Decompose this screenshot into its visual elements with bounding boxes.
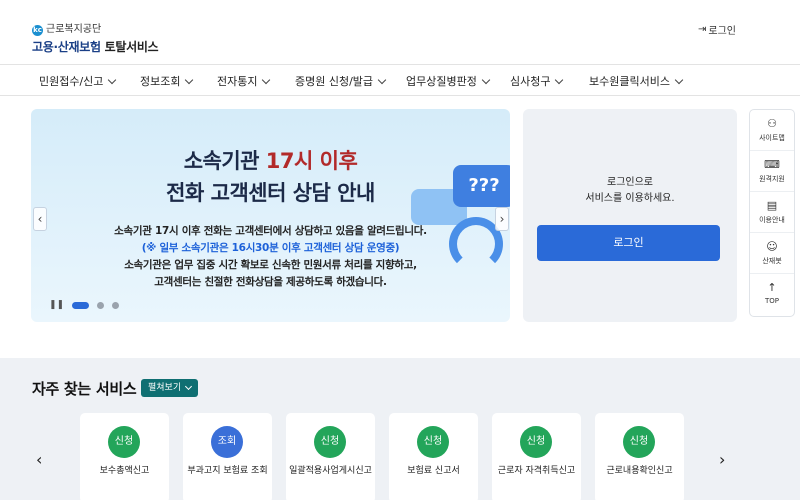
service-badge: 신청 — [623, 426, 655, 458]
banner-prev-button[interactable]: ‹ — [33, 207, 47, 231]
service-card[interactable]: 신청 근로내용확인신고 — [595, 413, 684, 500]
quick-item-label: TOP — [764, 297, 779, 305]
guide-icon: ▤ — [766, 199, 778, 212]
header-login-link[interactable]: ⇥ 로그인 — [698, 22, 736, 37]
nav-item-label: 민원접수/신고 — [39, 75, 104, 88]
service-label: 보수총액신고 — [99, 466, 150, 476]
banner-title-line1: 소속기관 17시 이후 — [183, 149, 358, 173]
site-header: kc 근로복지공단 고용·산재보험 토탈서비스 ⇥ 로그인 — [0, 0, 800, 64]
quick-item-chatbot[interactable]: ☺ 산재봇 — [750, 233, 794, 274]
frequent-services-section: 자주 찾는 서비스 펼쳐보기 ‹ › 신청 보수총액신고 조회 부과고지 보험료… — [0, 358, 800, 500]
main-nav: 민원접수/신고 정보조회 전자통지 증명원 신청/발급 업무상질병판정 심사청구… — [0, 64, 800, 96]
kcomwel-logo-icon: kc — [32, 24, 43, 36]
nav-item-disease[interactable]: 업무상질병판정 — [406, 73, 491, 89]
chevron-down-icon — [262, 75, 271, 84]
nav-item-label: 업무상질병판정 — [406, 75, 477, 88]
site-logo[interactable]: kc 근로복지공단 고용·산재보험 토탈서비스 — [32, 24, 159, 55]
chevron-down-icon — [185, 382, 193, 391]
banner-next-button[interactable]: › — [495, 207, 509, 231]
service-badge: 신청 — [108, 426, 140, 458]
nav-item-info[interactable]: 정보조회 — [140, 73, 194, 89]
service-label: 근로내용확인신고 — [606, 466, 673, 476]
service-card[interactable]: 신청 근로자 자격취득신고 — [492, 413, 581, 500]
services-next-button[interactable]: › — [719, 450, 725, 469]
chevron-down-icon — [481, 75, 491, 84]
expand-toggle-label: 펼쳐보기 — [148, 383, 182, 393]
expand-toggle-button[interactable]: 펼쳐보기 — [141, 379, 199, 397]
service-badge: 신청 — [314, 426, 346, 458]
service-badge: 신청 — [520, 426, 552, 458]
chevron-down-icon — [185, 75, 194, 84]
service-label: 보험료 신고서 — [407, 466, 460, 476]
chevron-down-icon — [674, 75, 684, 84]
arrow-up-icon: ↑ — [767, 281, 777, 294]
login-icon: ⇥ — [698, 24, 707, 35]
quick-menu: ⚇ 사이트맵 ⌨ 원격지원 ▤ 이용안내 ☺ 산재봇 ↑ TOP — [749, 109, 795, 317]
service-badge: 신청 — [417, 426, 449, 458]
quick-item-label: 사이트맵 — [759, 134, 785, 142]
sitemap-icon: ⚇ — [767, 117, 777, 130]
banner-title-highlight: 17시 이후 — [265, 149, 358, 173]
section-title: 자주 찾는 서비스 — [32, 380, 137, 398]
slide-dot-2[interactable] — [97, 301, 105, 309]
logo-sub-text: 토탈서비스 — [104, 40, 159, 54]
nav-item-certificate[interactable]: 증명원 신청/발급 — [295, 73, 387, 89]
slide-dot-1[interactable] — [72, 301, 90, 309]
nav-item-complaint[interactable]: 민원접수/신고 — [39, 73, 117, 89]
nav-item-notice[interactable]: 전자통지 — [217, 73, 271, 89]
nav-item-label: 증명원 신청/발급 — [295, 75, 374, 88]
nav-item-label: 보수원클릭서비스 — [589, 75, 670, 88]
chevron-down-icon — [377, 75, 387, 84]
logo-main-text: 고용·산재보험 — [32, 40, 101, 54]
service-card[interactable]: 신청 보험료 신고서 — [389, 413, 478, 500]
banner-controls: ❚❚ — [49, 300, 127, 310]
nav-item-label: 심사청구 — [510, 75, 551, 88]
quick-item-guide[interactable]: ▤ 이용안내 — [750, 192, 794, 233]
login-message-line2: 서비스를 이용하세요. — [585, 193, 675, 204]
quick-item-top[interactable]: ↑ TOP — [750, 274, 794, 315]
quick-item-sitemap[interactable]: ⚇ 사이트맵 — [750, 110, 794, 151]
nav-item-label: 정보조회 — [140, 75, 181, 88]
remote-support-icon: ⌨ — [764, 158, 780, 171]
service-badge: 조회 — [211, 426, 243, 458]
chevron-down-icon — [108, 75, 117, 84]
service-card[interactable]: 신청 보수총액신고 — [80, 413, 169, 500]
quick-item-remote[interactable]: ⌨ 원격지원 — [750, 151, 794, 192]
chatbot-icon: ☺ — [766, 240, 778, 253]
banner-text-line3: 소속기관은 업무 집중 시간 확보로 신속한 민원서류 처리를 지향하고, — [124, 259, 417, 271]
logo-org-name: 근로복지공단 — [46, 24, 102, 35]
nav-item-review[interactable]: 심사청구 — [510, 73, 564, 89]
quick-item-label: 이용안내 — [759, 216, 785, 224]
quick-item-label: 원격지원 — [759, 175, 785, 183]
login-button[interactable]: 로그인 — [537, 225, 720, 261]
chevron-down-icon — [555, 75, 564, 84]
banner-text-line4: 고객센터는 친절한 전화상담을 제공하도록 하겠습니다. — [154, 276, 387, 288]
notice-banner[interactable]: ??? 소속기관 17시 이후 전화 고객센터 상담 안내 소속기관 17시 이… — [31, 109, 510, 322]
service-card[interactable]: 조회 부과고지 보험료 조회 — [183, 413, 272, 500]
login-message-line1: 로그인으로 — [607, 177, 653, 188]
header-login-label: 로그인 — [708, 26, 736, 37]
services-prev-button[interactable]: ‹ — [36, 450, 42, 469]
pause-icon[interactable]: ❚❚ — [49, 300, 64, 310]
service-card[interactable]: 신청 일괄적용사업게시신고 — [286, 413, 375, 500]
login-panel: 로그인으로 서비스를 이용하세요. 로그인 — [523, 109, 737, 322]
nav-item-oneclick[interactable]: 보수원클릭서비스 — [589, 73, 684, 89]
service-label: 부과고지 보험료 조회 — [187, 466, 268, 476]
service-label: 일괄적용사업게시신고 — [289, 466, 372, 476]
quick-item-label: 산재봇 — [762, 257, 782, 265]
banner-text-line1: 소속기관 17시 이후 전화는 고객센터에서 상담하고 있음을 알려드립니다. — [114, 225, 427, 237]
slide-dot-3[interactable] — [112, 301, 120, 309]
nav-item-label: 전자통지 — [217, 75, 258, 88]
service-label: 근로자 자격취득신고 — [497, 466, 576, 476]
banner-text-line2: (※ 일부 소속기관은 16시30분 이후 고객센터 상담 운영중) — [141, 242, 400, 254]
banner-title-line2: 전화 고객센터 상담 안내 — [166, 181, 375, 205]
